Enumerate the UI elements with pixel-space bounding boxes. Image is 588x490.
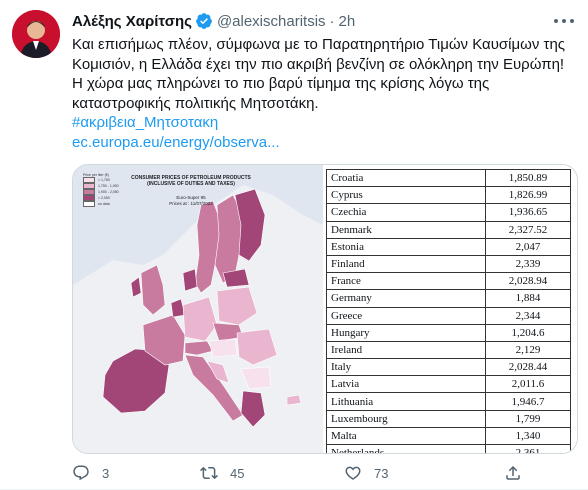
price-cell: 1,884 bbox=[485, 289, 571, 308]
price-cell: 1,936.65 bbox=[485, 203, 571, 222]
price-cell: 1,799 bbox=[485, 409, 571, 428]
country-cell: Denmark bbox=[326, 220, 486, 239]
table-row: Croatia 1,850.89 bbox=[326, 168, 571, 188]
author-handle[interactable]: @alexischaritsis bbox=[217, 13, 326, 30]
price-cell: 2,327.52 bbox=[485, 220, 571, 239]
like-count: 73 bbox=[374, 465, 389, 481]
country-cell: Italy bbox=[326, 358, 486, 377]
tweet[interactable]: Αλέξης Χαρίτσης @alexischaritsis · 2h Κα… bbox=[0, 0, 588, 490]
table-row: Estonia 2,047 bbox=[326, 237, 571, 256]
table-row: Denmark 2,327.52 bbox=[326, 220, 571, 239]
country-cell: Hungary bbox=[326, 323, 486, 342]
share-button[interactable] bbox=[504, 462, 534, 484]
price-cell: 2,361 bbox=[485, 443, 571, 453]
table-row: Malta 1,340 bbox=[326, 426, 571, 446]
tweet-header: Αλέξης Χαρίτσης @alexischaritsis · 2h bbox=[72, 11, 355, 31]
price-cell: 2,011.6 bbox=[485, 375, 571, 394]
price-cell: 1,826.99 bbox=[485, 186, 571, 205]
avatar[interactable] bbox=[12, 10, 60, 58]
table-row: Cyprus 1,826.99 bbox=[326, 186, 571, 205]
country-cell: Luxembourg bbox=[326, 409, 486, 428]
legend-label: 1,750 - 1,900 bbox=[98, 184, 119, 188]
tweet-text-line: Και επισήμως πλέον, σύμφωνα με το Παρατη… bbox=[72, 36, 566, 53]
country-cell: Ireland bbox=[326, 340, 486, 360]
country-cell: Netherlands bbox=[326, 443, 486, 453]
country-cell: France bbox=[326, 272, 486, 291]
country-cell: Croatia bbox=[326, 168, 486, 188]
reply-button[interactable]: 3 bbox=[72, 462, 109, 484]
country-cell: Finland bbox=[326, 254, 486, 274]
price-cell: 1,340 bbox=[485, 426, 571, 446]
table-row: Latvia 2,011.6 bbox=[326, 375, 571, 394]
legend-label: > 2,050 bbox=[98, 196, 110, 200]
price-cell: 2,047 bbox=[485, 237, 571, 256]
price-cell: 2,129 bbox=[485, 340, 571, 360]
tweet-text-line: Κομισιόν, η Ελλάδα έχει την πιο ακριβή β… bbox=[72, 55, 565, 73]
tweet-text-line: καταστροφικής πολιτικής Μητσοτάκη. bbox=[72, 94, 319, 112]
tweet-text-line: Η χώρα μας πληρώνει το πιο βαρύ τίμημα τ… bbox=[72, 75, 490, 92]
retweet-icon bbox=[200, 466, 218, 480]
map-date-label: Prices at : 11/07/2022 bbox=[169, 201, 213, 206]
table-row: Lithuania 1,946.7 bbox=[326, 392, 571, 411]
reply-count: 3 bbox=[102, 465, 110, 481]
map-subtitle: Euro-Super 95 Prices at : 11/07/2022 bbox=[161, 195, 221, 207]
like-button[interactable]: 73 bbox=[344, 462, 388, 484]
country-cell: Estonia bbox=[326, 237, 486, 256]
heart-icon bbox=[345, 466, 361, 480]
tweet-media-image[interactable]: CONSUMER PRICES OF PETROLEUM PRODUCTS (I… bbox=[72, 164, 578, 454]
retweet-button[interactable]: 45 bbox=[200, 462, 244, 484]
country-cell: Latvia bbox=[326, 375, 486, 394]
table-row: Netherlands 2,361 bbox=[326, 443, 571, 453]
share-icon bbox=[506, 465, 520, 480]
legend-label: < 1,750 bbox=[98, 178, 110, 182]
table-row: Greece 2,344 bbox=[326, 306, 571, 325]
legend-label: 1,900 - 2,050 bbox=[98, 190, 119, 194]
reply-icon bbox=[73, 465, 89, 481]
country-cell: Germany bbox=[326, 289, 486, 308]
hashtag-link[interactable]: #ακριβεια_Μητσοτακη bbox=[72, 113, 580, 133]
country-cell: Malta bbox=[326, 426, 486, 446]
map-title: CONSUMER PRICES OF PETROLEUM PRODUCTS (I… bbox=[131, 175, 251, 187]
price-cell: 1,946.7 bbox=[485, 392, 571, 411]
price-cell: 2,028.94 bbox=[485, 272, 571, 291]
avatar-image bbox=[12, 10, 60, 58]
legend-label: no data bbox=[98, 202, 110, 206]
table-row: Hungary 1,204.6 bbox=[326, 323, 571, 342]
more-options-icon[interactable] bbox=[554, 12, 574, 30]
retweet-count: 45 bbox=[230, 465, 245, 481]
table-row: France 2,028.94 bbox=[326, 272, 571, 291]
price-cell: 2,028.44 bbox=[485, 358, 571, 377]
separator-dot: · bbox=[329, 12, 335, 30]
table-row: Italy 2,028.44 bbox=[326, 358, 571, 377]
tweet-text: Και επισήμως πλέον, σύμφωνα με το Παρατη… bbox=[72, 35, 580, 152]
europe-map-graphic bbox=[73, 165, 323, 453]
price-cell: 1,204.6 bbox=[485, 323, 571, 342]
fuel-price-table: Croatia 1,850.89 Cyprus 1,826.99 Czechia 1,93… bbox=[326, 168, 571, 453]
map-legend: Price per liter (€) < 1,750 1,750 - 1,90… bbox=[83, 173, 125, 207]
price-cell: 2,344 bbox=[485, 306, 571, 325]
table-row: Germany 1,884 bbox=[326, 289, 571, 308]
map-title-line: (INCLUSIVE OF DUTIES AND TAXES) bbox=[147, 181, 235, 187]
timestamp[interactable]: 2h bbox=[339, 13, 356, 30]
table-row: Ireland 2,129 bbox=[326, 340, 571, 360]
europe-fuel-price-map: CONSUMER PRICES OF PETROLEUM PRODUCTS (I… bbox=[73, 165, 323, 453]
verified-badge-icon bbox=[196, 13, 212, 29]
table-row: Luxembourg 1,799 bbox=[326, 409, 571, 428]
table-row: Finland 2,339 bbox=[326, 254, 571, 274]
country-cell: Greece bbox=[326, 306, 486, 325]
author-name[interactable]: Αλέξης Χαρίτσης bbox=[72, 13, 192, 30]
table-row: Czechia 1,936.65 bbox=[326, 203, 571, 222]
fuel-price-table-panel: Croatia 1,850.89 Cyprus 1,826.99 Czechia 1,93… bbox=[323, 165, 577, 453]
country-cell: Lithuania bbox=[326, 392, 486, 411]
price-cell: 2,339 bbox=[485, 254, 571, 274]
price-cell: 1,850.89 bbox=[485, 168, 571, 188]
country-cell: Cyprus bbox=[326, 186, 486, 205]
url-link[interactable]: ec.europa.eu/energy/observa... bbox=[72, 133, 580, 153]
country-cell: Czechia bbox=[326, 203, 486, 222]
tweet-actions: 3 45 73 bbox=[72, 462, 552, 484]
legend-item: no data bbox=[83, 201, 125, 207]
